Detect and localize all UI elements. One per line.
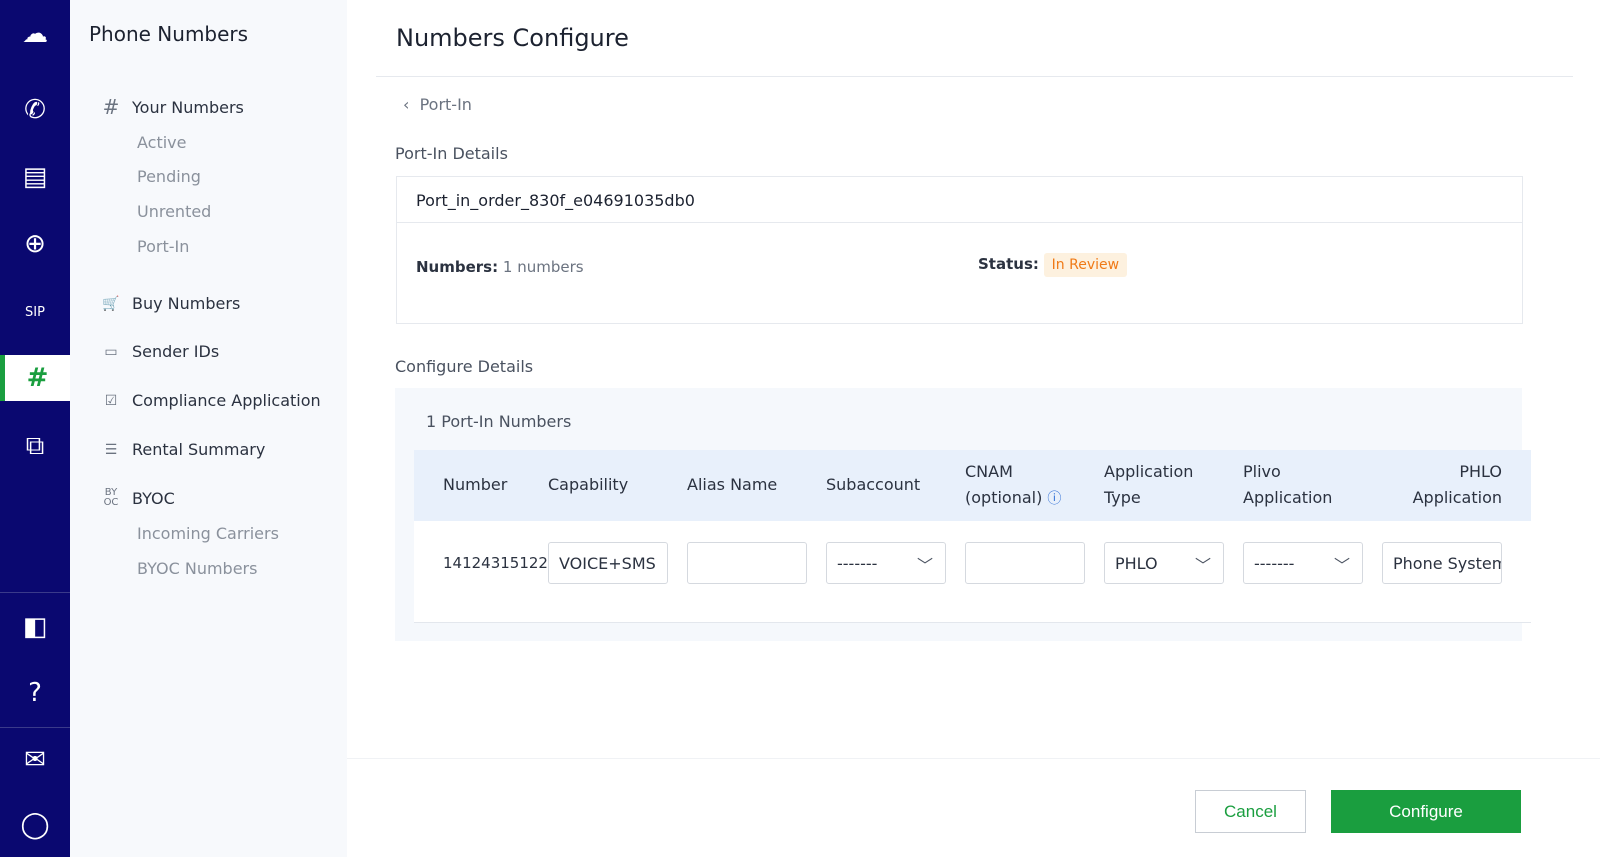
table-header: Number Capability Alias Name Subaccount … [414, 450, 1531, 521]
chevron-down-icon: ﹀ [1333, 556, 1350, 575]
col-capability: Capability [548, 475, 629, 494]
phone-call-icon[interactable]: ✆ [0, 87, 70, 133]
hash-icon[interactable]: # [0, 355, 70, 401]
col-subaccount: Subaccount [826, 475, 921, 494]
port-in-details-card: Port_in_order_830f_e04691035db0 Numbers:… [396, 176, 1523, 324]
main-content: Numbers Configure ‹ Port-In Port-In Deta… [347, 0, 1600, 857]
sidebar-item-byoc-numbers[interactable]: BYOC Numbers [137, 559, 257, 578]
sidebar-item-active[interactable]: Active [137, 133, 187, 152]
rail-divider [0, 727, 70, 728]
configure-button[interactable]: Configure [1331, 790, 1521, 833]
docs-icon[interactable]: ◧ [0, 604, 70, 650]
col-alias: Alias Name [687, 475, 778, 494]
order-id: Port_in_order_830f_e04691035db0 [416, 191, 695, 210]
col-phlo-app: PHLO Application [1412, 462, 1502, 507]
sidebar-item-rental-summary[interactable]: ☰ Rental Summary [100, 440, 266, 459]
byoc-icon: BY OC [103, 487, 119, 508]
sidebar-item-buy-numbers[interactable]: 🛒 Buy Numbers [100, 294, 240, 313]
sip-icon[interactable]: SIP [0, 289, 70, 335]
table-row: 14124315122 VOICE+SMS ------- ﹀ PHLO ﹀ ---… [414, 521, 1531, 623]
badge-icon: ▭ [104, 343, 118, 360]
sidebar-item-byoc[interactable]: BY OC BYOC [100, 488, 175, 508]
sidebar-item-port-in[interactable]: Port-In [137, 237, 189, 256]
numbers-field: Numbers: 1 numbers [416, 258, 584, 276]
chevron-down-icon: ﹀ [916, 556, 933, 575]
status-field: Status: In Review [978, 253, 1128, 277]
flow-icon[interactable]: ⧉ [0, 423, 70, 469]
rail-divider [0, 592, 70, 593]
hash-icon: # [102, 95, 120, 119]
page-title: Numbers Configure [396, 24, 629, 52]
messages-icon[interactable]: ▤ [0, 154, 70, 200]
plivo-app-select[interactable]: ------- ﹀ [1243, 542, 1363, 584]
chevron-left-icon: ‹ [403, 95, 420, 114]
configure-panel: 1 Port-In Numbers Number Capability Alia… [395, 388, 1531, 641]
sidebar-item-compliance[interactable]: ☑ Compliance Application [100, 391, 321, 410]
col-plivo-app: Plivo Application [1243, 462, 1333, 507]
sidebar-item-your-numbers[interactable]: # Your Numbers [100, 95, 244, 119]
chevron-down-icon: ﹀ [1194, 556, 1211, 575]
cart-icon: 🛒 [102, 295, 120, 312]
sidebar-item-incoming-carriers[interactable]: Incoming Carriers [137, 524, 279, 543]
app-type-select[interactable]: PHLO ﹀ [1104, 542, 1224, 584]
number-value: 14124315122 [443, 554, 548, 572]
icon-rail: ☁ ✆ ▤ ⊕ SIP # ⧉ ◧? ✉ ◯ [0, 0, 70, 857]
cnam-input[interactable] [965, 542, 1085, 584]
help-icon[interactable]: ? [0, 670, 70, 716]
divider [397, 222, 1522, 223]
section-title-port-in-details: Port-In Details [395, 144, 508, 163]
footer: Cancel Configure [347, 758, 1600, 857]
sidebar-title: Phone Numbers [89, 22, 249, 46]
col-app-type: Application Type [1104, 462, 1194, 507]
col-cnam: CNAM (optional) ⓘ [965, 462, 1062, 507]
subaccount-select[interactable]: ------- ﹀ [826, 542, 946, 584]
profile-icon[interactable]: ◯ [0, 802, 70, 848]
cancel-button[interactable]: Cancel [1195, 790, 1306, 833]
info-icon[interactable]: ⓘ [1047, 491, 1061, 507]
compliance-icon: ☑ [104, 392, 118, 409]
sidebar-item-sender-ids[interactable]: ▭ Sender IDs [100, 342, 219, 361]
phlo-app-select[interactable]: Phone System [1382, 542, 1502, 584]
divider [376, 76, 1573, 77]
col-number: Number [443, 475, 508, 494]
sidebar-item-pending[interactable]: Pending [137, 167, 201, 186]
sidebar-item-unrented[interactable]: Unrented [137, 202, 211, 221]
status-badge: In Review [1043, 253, 1128, 277]
list-icon: ☰ [104, 441, 118, 458]
cloud-grid-icon[interactable]: ☁ [0, 11, 70, 57]
billing-icon[interactable]: ✉ [0, 737, 70, 783]
port-in-count: 1 Port-In Numbers [426, 412, 572, 431]
capability-select[interactable]: VOICE+SMS [548, 542, 668, 584]
global-search-icon[interactable]: ⊕ [0, 221, 70, 267]
sidebar: Phone Numbers # Your Numbers Active Pendi… [70, 0, 347, 857]
section-title-configure: Configure Details [395, 357, 534, 376]
alias-input[interactable] [687, 542, 807, 584]
back-link[interactable]: ‹ Port-In [403, 95, 472, 114]
